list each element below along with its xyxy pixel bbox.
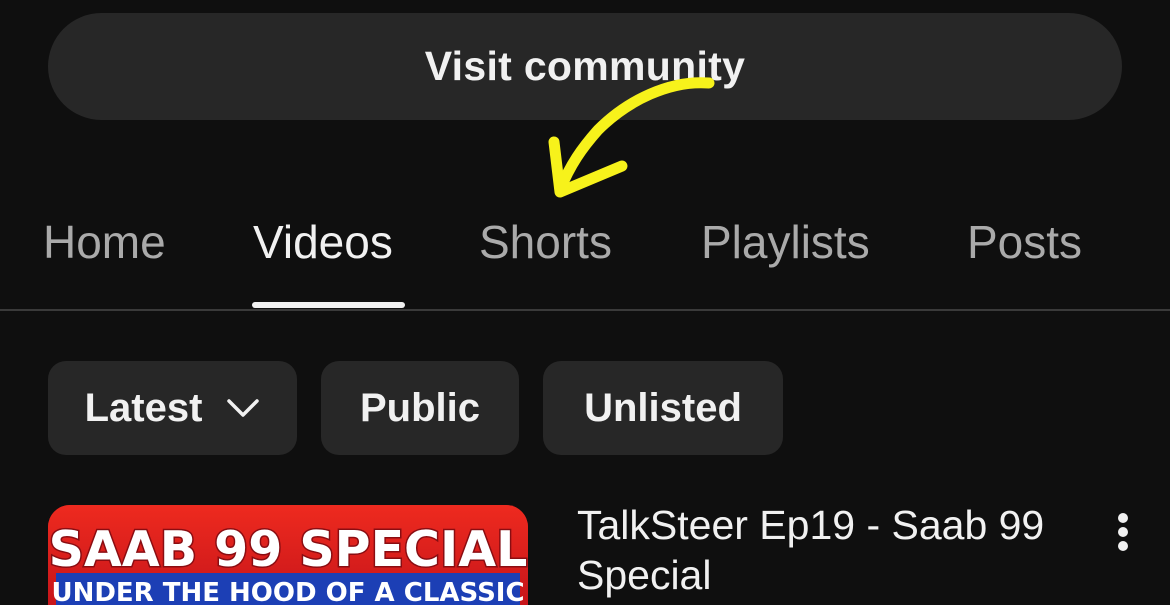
- more-vertical-icon[interactable]: [1108, 510, 1138, 560]
- chip-unlisted[interactable]: Unlisted: [543, 361, 783, 455]
- tabs-divider: [0, 309, 1170, 311]
- visit-community-label: Visit community: [424, 43, 746, 89]
- active-tab-indicator: [252, 302, 405, 308]
- tab-playlists[interactable]: Playlists: [701, 215, 870, 269]
- thumbnail-title-text: SAAB 99 SPECIAL: [49, 521, 528, 578]
- chip-public[interactable]: Public: [321, 361, 519, 455]
- tab-shorts[interactable]: Shorts: [479, 215, 612, 269]
- video-thumbnail[interactable]: SAAB 99 SPECIAL UNDER THE HOOD OF A CLAS…: [48, 505, 528, 605]
- chip-unlisted-label: Unlisted: [584, 385, 742, 430]
- sort-latest-dropdown[interactable]: Latest: [48, 361, 297, 455]
- sort-label: Latest: [84, 385, 203, 430]
- chevron-down-icon: [227, 399, 260, 417]
- tab-home[interactable]: Home: [43, 215, 166, 269]
- channel-tabs: Home Videos Shorts Playlists Posts: [0, 200, 1170, 310]
- tab-videos[interactable]: Videos: [253, 215, 393, 269]
- thumbnail-subtitle-text: UNDER THE HOOD OF A CLASSIC: [51, 578, 524, 605]
- video-title[interactable]: TalkSteer Ep19 - Saab 99 Special: [577, 500, 1077, 600]
- tab-posts[interactable]: Posts: [967, 215, 1082, 269]
- visit-community-button[interactable]: Visit community: [48, 13, 1122, 120]
- chip-public-label: Public: [359, 385, 481, 430]
- thumbnail-artwork: SAAB 99 SPECIAL UNDER THE HOOD OF A CLAS…: [48, 505, 528, 605]
